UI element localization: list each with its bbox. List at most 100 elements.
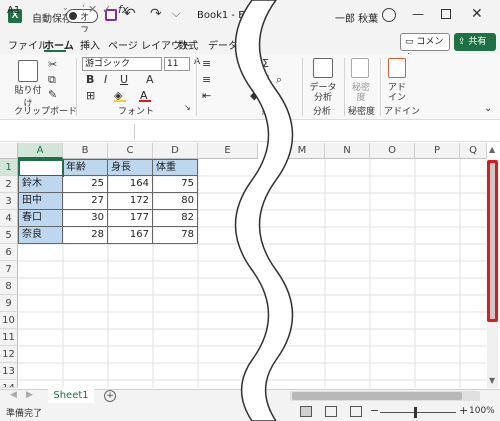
cut-icon[interactable]: ✂ <box>48 58 57 71</box>
row-header[interactable]: 10 <box>0 312 18 329</box>
row-header[interactable]: 5 <box>0 227 18 244</box>
table-cell[interactable]: 75 <box>153 176 198 193</box>
row-header[interactable]: 8 <box>0 278 18 295</box>
row-header[interactable]: 11 <box>0 329 18 346</box>
insert-function-icon[interactable]: fx <box>118 3 128 16</box>
table-cell[interactable]: 28 <box>63 227 108 244</box>
sensitivity-label-2[interactable]: 度 <box>346 90 376 103</box>
table-header-cell[interactable]: 年齢 <box>63 159 108 176</box>
horizontal-scrollbar-thumb[interactable] <box>292 392 462 400</box>
zoom-slider-thumb[interactable] <box>414 407 417 418</box>
row-header[interactable]: 6 <box>0 244 18 261</box>
table-cell[interactable]: 164 <box>108 176 153 193</box>
table-cell[interactable]: 30 <box>63 210 108 227</box>
bold-button[interactable]: B <box>86 73 94 86</box>
column-header[interactable]: P <box>415 143 460 159</box>
next-sheet-icon[interactable]: ▶ <box>26 390 33 400</box>
font-size-select[interactable]: 11 <box>164 57 190 71</box>
column-header[interactable]: M <box>280 143 325 159</box>
sort-icon[interactable]: ⇅ <box>262 73 271 86</box>
row-header[interactable]: 9 <box>0 295 18 312</box>
table-cell[interactable]: 82 <box>153 210 198 227</box>
table-header-cell[interactable]: 体重 <box>153 159 198 176</box>
align-center-icon[interactable]: ≡ <box>202 73 211 86</box>
cancel-icon[interactable]: ✕ <box>88 3 97 16</box>
row-header[interactable]: 14 <box>0 380 18 388</box>
minimize-icon[interactable]: — <box>412 7 424 21</box>
sensitivity-icon[interactable] <box>351 58 369 78</box>
data-analysis-label-2[interactable]: 分析 <box>306 90 340 103</box>
table-cell[interactable]: 春口 <box>18 210 63 227</box>
worksheet-grid[interactable]: A B C D E M N O P Q 1 2 3 4 5 6 7 8 9 10… <box>0 143 500 388</box>
name-box-dropdown-icon[interactable]: ⌄ <box>62 3 69 12</box>
page-break-view-icon[interactable] <box>350 406 362 417</box>
underline-button[interactable]: U <box>120 73 128 86</box>
tab-insert[interactable]: 挿入 <box>80 37 100 52</box>
column-header[interactable]: E <box>198 143 258 159</box>
user-avatar-icon[interactable] <box>382 8 396 22</box>
row-header[interactable]: 4 <box>0 210 18 227</box>
close-icon[interactable]: ✕ <box>471 6 483 22</box>
row-header[interactable]: 1 <box>0 159 18 176</box>
table-cell[interactable]: 田中 <box>18 193 63 210</box>
clear-icon[interactable]: ◆ <box>250 89 258 102</box>
vertical-scrollbar-thumb[interactable] <box>487 160 498 322</box>
copy-icon[interactable]: ⧉ <box>48 73 56 87</box>
table-cell[interactable]: 172 <box>108 193 153 210</box>
data-analysis-icon[interactable] <box>313 58 333 78</box>
paste-icon[interactable] <box>18 60 38 82</box>
prev-sheet-icon[interactable]: ◀ <box>10 390 17 400</box>
zoom-in-icon[interactable]: + <box>459 404 468 417</box>
table-cell[interactable]: 167 <box>108 227 153 244</box>
scroll-down-icon[interactable]: ▼ <box>489 376 495 385</box>
table-cell[interactable]: 鈴木 <box>18 176 63 193</box>
normal-view-icon[interactable] <box>300 406 312 417</box>
page-layout-view-icon[interactable] <box>325 406 337 417</box>
redo-icon[interactable]: ↷ <box>150 6 162 22</box>
column-header[interactable]: O <box>370 143 415 159</box>
align-icon[interactable]: ≡ <box>202 57 211 70</box>
font-name-select[interactable]: 游ゴシック <box>82 57 162 71</box>
column-header[interactable]: A <box>18 143 63 159</box>
user-name[interactable]: 一郎 秋葉 <box>335 10 378 25</box>
table-cell[interactable]: 奈良 <box>18 227 63 244</box>
share-button[interactable]: ⇪ 共有 <box>454 33 496 51</box>
zoom-slider[interactable] <box>380 412 456 413</box>
table-cell[interactable]: 80 <box>153 193 198 210</box>
column-header[interactable]: D <box>153 143 198 159</box>
column-header[interactable]: Q <box>460 143 487 159</box>
autosum-icon[interactable]: Σ <box>262 57 269 70</box>
enter-icon[interactable]: ✓ <box>102 3 111 16</box>
column-header[interactable]: B <box>63 143 108 159</box>
zoom-percent[interactable]: 100% <box>469 406 495 416</box>
table-cell[interactable]: 78 <box>153 227 198 244</box>
table-cell[interactable]: 27 <box>63 193 108 210</box>
font-size-up-icon[interactable]: A <box>146 73 154 86</box>
addin-label-2[interactable]: イン <box>382 90 412 103</box>
quick-access-more-icon[interactable]: ⌵ <box>172 7 180 21</box>
table-cell[interactable]: 177 <box>108 210 153 227</box>
row-header[interactable]: 7 <box>0 261 18 278</box>
column-header[interactable]: N <box>325 143 370 159</box>
tab-file[interactable]: ファイル <box>8 37 48 52</box>
increase-font-icon[interactable]: A <box>194 57 200 67</box>
add-sheet-icon[interactable]: + <box>104 390 116 402</box>
find-icon[interactable]: ⌕ <box>276 73 282 87</box>
table-cell[interactable]: 25 <box>63 176 108 193</box>
comment-button[interactable]: ▭ コメント <box>400 33 450 63</box>
select-all-corner[interactable] <box>0 143 18 159</box>
collapse-ribbon-icon[interactable]: ⌄ <box>484 103 492 114</box>
borders-icon[interactable]: ⊞ <box>86 89 95 102</box>
indent-icon[interactable]: ⇤ <box>202 89 211 102</box>
italic-button[interactable]: I <box>104 73 107 86</box>
font-dialog-launcher-icon[interactable]: ↘ <box>184 103 191 112</box>
row-header[interactable]: 13 <box>0 363 18 380</box>
maximize-icon[interactable] <box>441 9 451 19</box>
tab-data[interactable]: データ <box>208 37 238 52</box>
zoom-out-icon[interactable]: − <box>370 404 379 417</box>
table-header-cell[interactable]: 身長 <box>108 159 153 176</box>
row-header[interactable]: 2 <box>0 176 18 193</box>
addin-icon[interactable] <box>388 58 406 78</box>
row-header[interactable]: 12 <box>0 346 18 363</box>
formula-input[interactable] <box>140 124 440 139</box>
